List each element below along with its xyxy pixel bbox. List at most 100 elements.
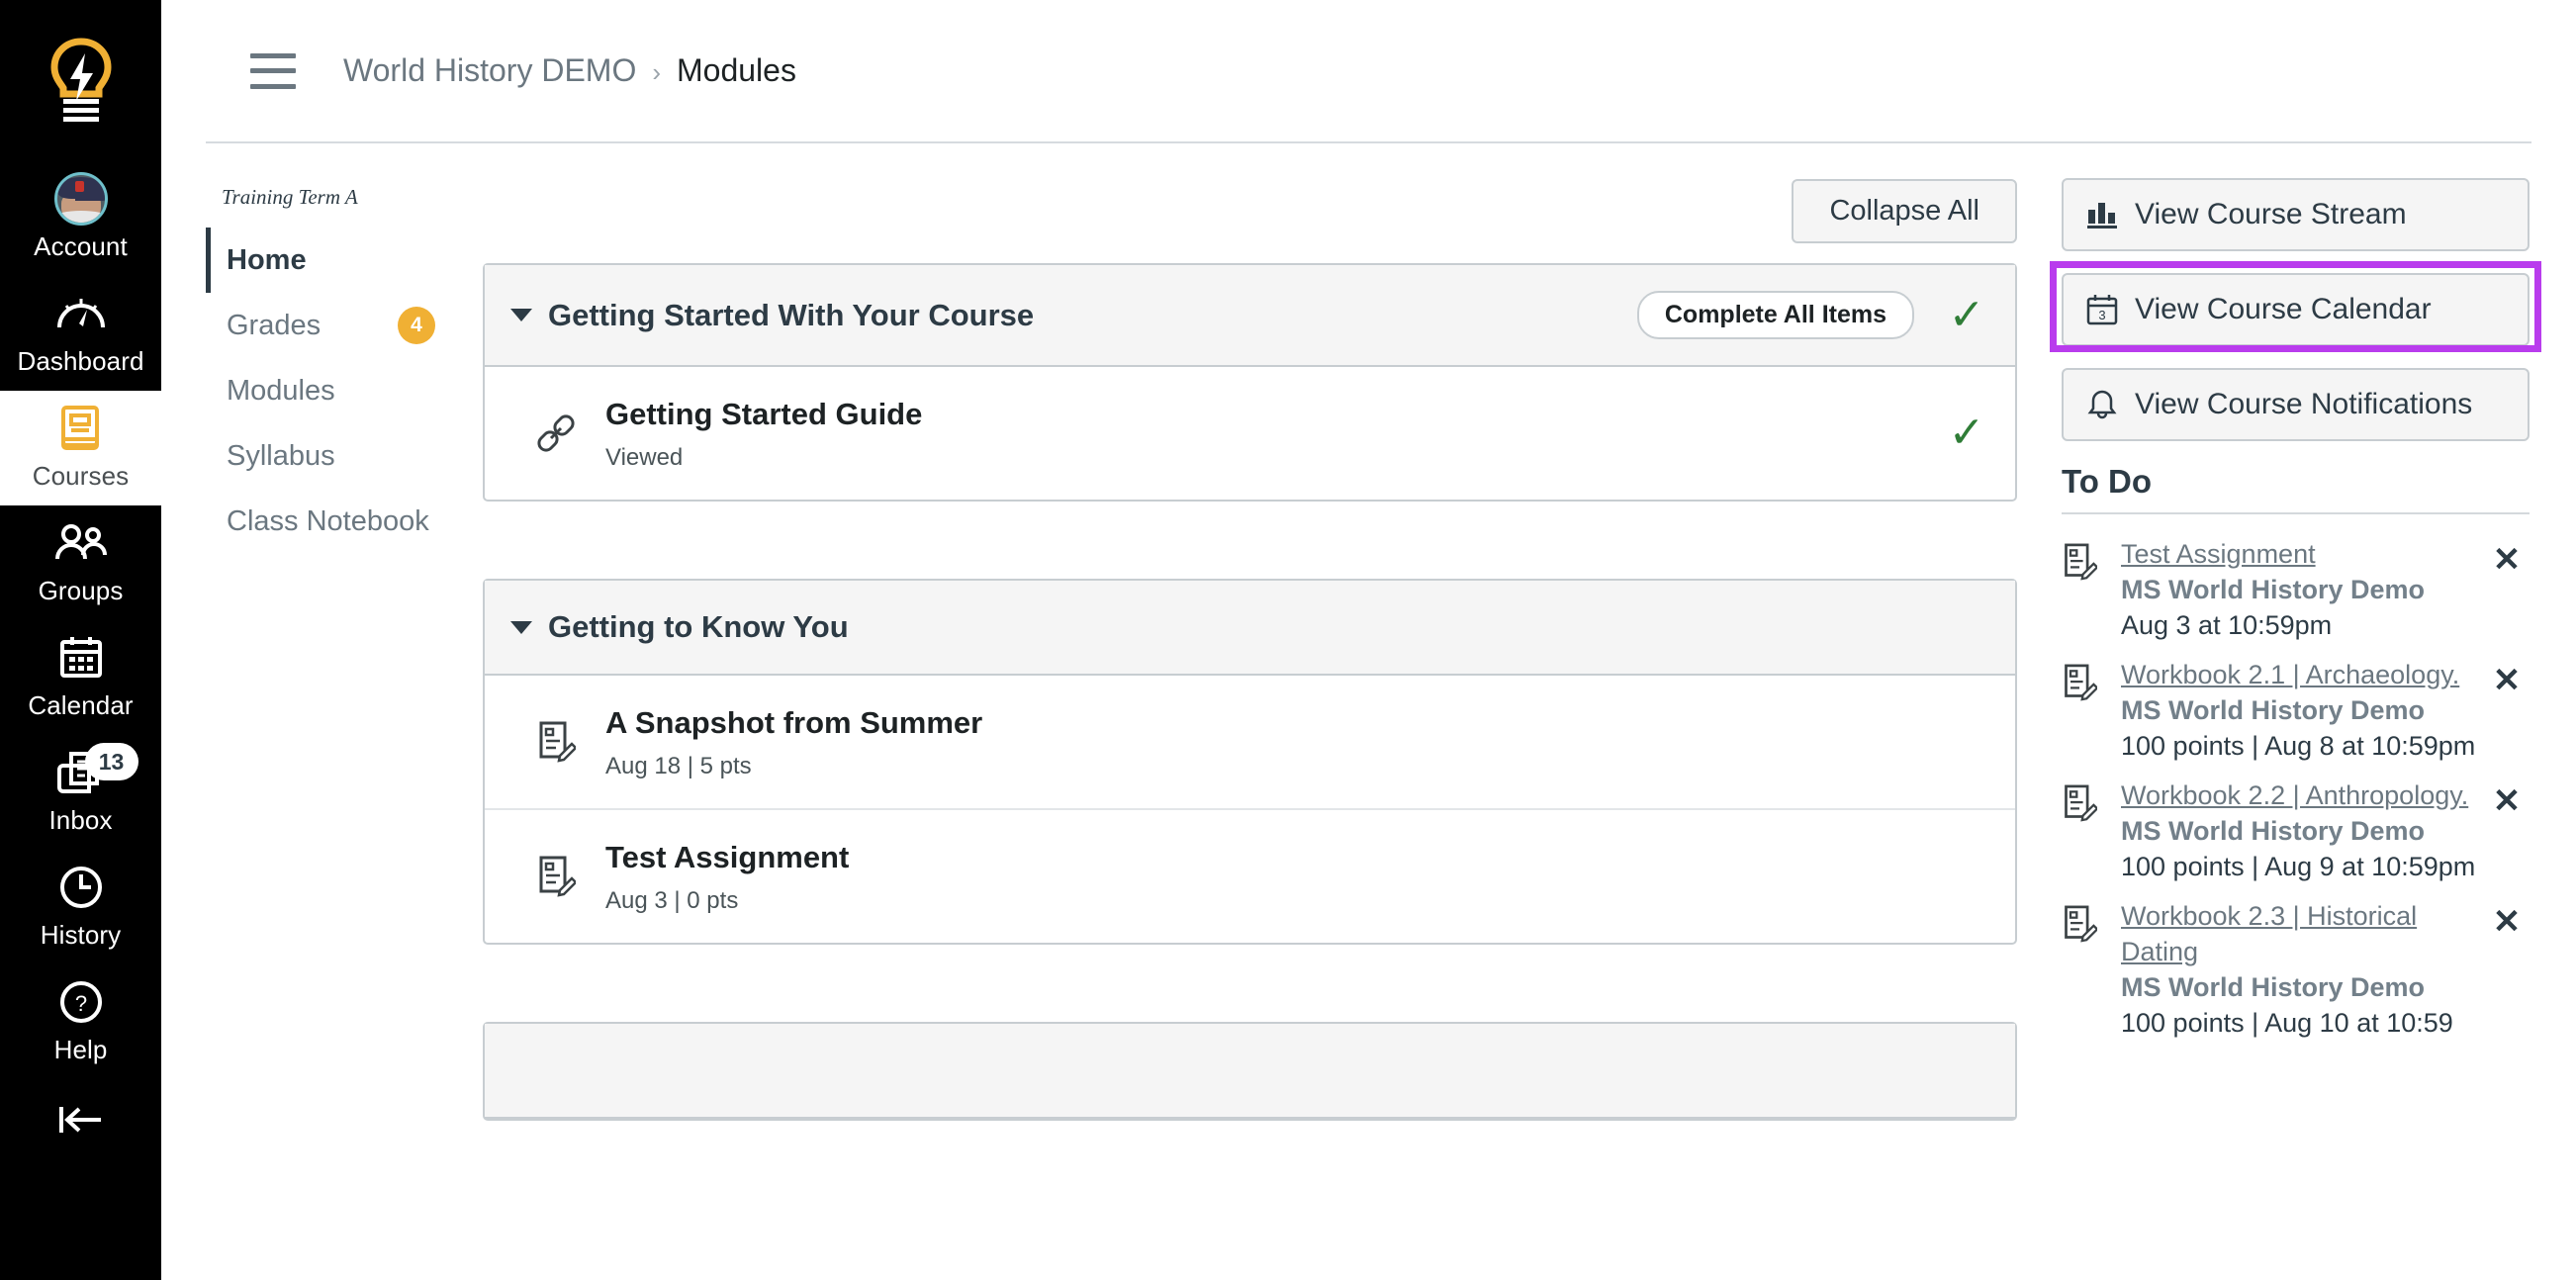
view-course-stream-button[interactable]: View Course Stream — [2062, 178, 2530, 251]
button-label: View Course Calendar — [2135, 293, 2432, 325]
page-title: Modules — [677, 52, 796, 88]
page-header: World History DEMO › Modules — [206, 0, 2531, 143]
grades-count-badge: 4 — [398, 307, 435, 344]
close-icon[interactable]: ✕ — [2484, 777, 2530, 821]
sidebar-item-grades[interactable]: Grades 4 — [206, 293, 453, 358]
sidebar-item-label: Syllabus — [227, 440, 335, 472]
module-item-body: Test Assignment Aug 3 | 0 pts — [605, 838, 1989, 915]
sidebar-item-label: Modules — [227, 375, 335, 407]
sidebar-item-home[interactable]: Home — [206, 228, 453, 293]
sidebar-item-modules[interactable]: Modules — [206, 358, 453, 423]
book-icon — [57, 403, 105, 454]
todo-item-body: Test Assignment MS World History Demo Au… — [2121, 536, 2484, 643]
module-header[interactable]: Getting Started With Your Course Complet… — [485, 265, 2015, 367]
sidebar-item-syllabus[interactable]: Syllabus — [206, 423, 453, 489]
module-item-complete-check-icon: ✓ — [1948, 409, 1985, 457]
caret-down-icon[interactable] — [510, 309, 532, 321]
question-circle-icon: ? — [58, 976, 104, 1028]
dashboard-icon — [55, 288, 107, 339]
sidebar-item-class-notebook[interactable]: Class Notebook — [206, 489, 453, 554]
todo-item-meta: 100 points | Aug 8 at 10:59pm — [2121, 731, 2476, 761]
caret-down-icon[interactable] — [510, 620, 532, 634]
todo-item-link[interactable]: Workbook 2.3 | Historical Dating — [2121, 901, 2417, 966]
svg-text:3: 3 — [2098, 308, 2105, 322]
module-complete-check-icon: ✓ — [1948, 290, 1985, 339]
global-nav-item-inbox[interactable]: 13 Inbox — [0, 735, 161, 850]
module-item[interactable]: A Snapshot from Summer Aug 18 | 5 pts — [485, 676, 2015, 810]
right-sidebar: View Course Stream 3 View Course Calenda… — [2042, 143, 2576, 1280]
modules-toolbar: Collapse All — [483, 143, 2042, 263]
global-nav-item-calendar[interactable]: Calendar — [0, 620, 161, 735]
todo-item-link[interactable]: Workbook 2.1 | Archaeology. — [2121, 660, 2459, 689]
module-requirement-pill: Complete All Items — [1636, 291, 1914, 339]
view-course-calendar-button[interactable]: 3 View Course Calendar — [2050, 261, 2541, 352]
collapse-all-button[interactable]: Collapse All — [1792, 179, 2017, 243]
global-nav-label: Dashboard — [17, 346, 144, 376]
calendar-icon — [58, 632, 104, 684]
list-item: Test Assignment MS World History Demo Au… — [2062, 528, 2530, 649]
sidebar-item-label: Home — [227, 244, 307, 276]
todo-item-meta: 100 points | Aug 10 at 10:59 — [2121, 1008, 2453, 1038]
module-item-title[interactable]: Test Assignment — [605, 840, 849, 874]
canvas-modules-page: Account Dashboard Courses Groups Calenda… — [0, 0, 2576, 1280]
global-nav-item-account[interactable]: Account — [0, 161, 161, 276]
module-card — [483, 1022, 2017, 1121]
todo-item-link[interactable]: Workbook 2.2 | Anthropology. — [2121, 780, 2468, 810]
global-nav-item-help[interactable]: ? Help — [0, 964, 161, 1079]
module-header[interactable]: Getting to Know You — [485, 581, 2015, 676]
global-navigation: Account Dashboard Courses Groups Calenda… — [0, 0, 161, 1280]
global-nav-item-history[interactable]: History — [0, 850, 161, 964]
module-item-title[interactable]: A Snapshot from Summer — [605, 705, 982, 740]
avatar-icon — [53, 172, 108, 226]
global-nav-label: Calendar — [28, 690, 134, 720]
assignment-icon — [2062, 777, 2107, 828]
global-nav-label: History — [40, 920, 122, 950]
module-item-subtitle: Aug 3 | 0 pts — [605, 887, 739, 914]
hamburger-menu-icon[interactable] — [250, 52, 296, 89]
sidebar-item-label: Class Notebook — [227, 505, 429, 537]
module-item[interactable]: Getting Started Guide Viewed ✓ — [485, 367, 2015, 500]
inbox-icon: 13 — [55, 743, 138, 798]
module-item-subtitle: Aug 18 | 5 pts — [605, 753, 752, 779]
course-navigation: Training Term A Home Grades 4 Modules Sy… — [161, 143, 453, 1280]
breadcrumb-course-link[interactable]: World History DEMO — [343, 52, 636, 89]
global-nav-label: Account — [34, 231, 128, 261]
module-item-title[interactable]: Getting Started Guide — [605, 397, 922, 431]
page-body: Training Term A Home Grades 4 Modules Sy… — [161, 143, 2576, 1280]
close-icon[interactable]: ✕ — [2484, 536, 2530, 580]
view-course-notifications-button[interactable]: View Course Notifications — [2062, 368, 2530, 441]
todo-item-body: Workbook 2.2 | Anthropology. MS World Hi… — [2121, 777, 2484, 884]
global-nav-item-courses[interactable]: Courses — [0, 391, 161, 505]
modules-list: Getting Started With Your Course Complet… — [483, 263, 2042, 1121]
global-nav-label: Inbox — [48, 805, 113, 835]
module-title: Getting Started With Your Course — [548, 297, 1035, 332]
global-nav-label: Groups — [38, 576, 124, 605]
modules-content: Collapse All Getting Started With Your C… — [453, 143, 2042, 1280]
list-item: Workbook 2.1 | Archaeology. MS World His… — [2062, 649, 2530, 770]
collapse-left-arrow-icon[interactable] — [0, 1079, 161, 1176]
todo-item-link[interactable]: Test Assignment — [2121, 539, 2316, 569]
assignment-icon — [532, 855, 580, 898]
module-item[interactable]: Test Assignment Aug 3 | 0 pts — [485, 810, 2015, 943]
todo-divider — [2062, 512, 2530, 514]
todo-item-meta: Aug 3 at 10:59pm — [2121, 610, 2333, 640]
global-nav-item-dashboard[interactable]: Dashboard — [0, 276, 161, 391]
global-nav-item-groups[interactable]: Groups — [0, 505, 161, 620]
module-card: Getting to Know You A Snapshot from Summ… — [483, 579, 2017, 945]
module-header[interactable] — [485, 1024, 2015, 1119]
assignment-icon — [2062, 657, 2107, 707]
bar-chart-icon — [2085, 200, 2119, 229]
main-region: World History DEMO › Modules Training Te… — [161, 0, 2576, 1280]
module-card: Getting Started With Your Course Complet… — [483, 263, 2017, 502]
todo-heading: To Do — [2062, 463, 2153, 500]
close-icon[interactable]: ✕ — [2484, 898, 2530, 942]
close-icon[interactable]: ✕ — [2484, 657, 2530, 700]
module-title: Getting to Know You — [548, 609, 849, 644]
svg-text:?: ? — [74, 991, 86, 1016]
list-item: Workbook 2.3 | Historical Dating MS Worl… — [2062, 890, 2530, 1047]
module-item-body: A Snapshot from Summer Aug 18 | 5 pts — [605, 703, 1989, 780]
inbox-unread-badge: 13 — [84, 743, 138, 780]
chevron-right-icon: › — [652, 57, 661, 87]
lightbulb-logo-icon[interactable] — [0, 0, 161, 161]
course-term-label: Training Term A — [222, 185, 358, 209]
